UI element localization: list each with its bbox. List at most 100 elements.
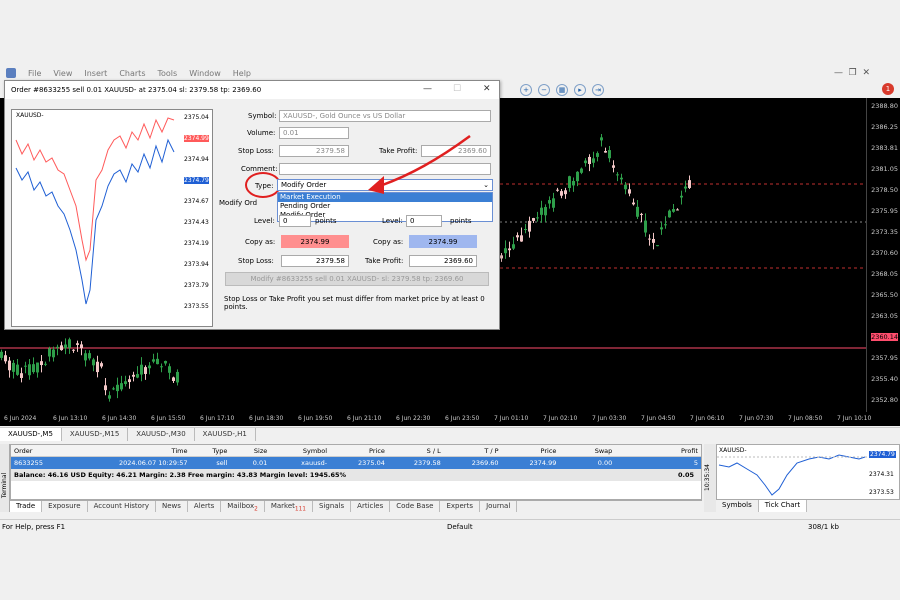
table-cell: 2024.06.07 10:29:57 (118, 459, 188, 467)
terminal-tab[interactable]: Exposure (42, 501, 88, 512)
stop-loss-field[interactable]: 2379.58 (279, 145, 349, 157)
column-header[interactable]: Price (502, 447, 560, 455)
terminal-tab[interactable]: Trade (10, 501, 43, 512)
volume-field[interactable]: 0.01 (279, 127, 349, 139)
tab-m15[interactable]: XAUUSD-,M15 (62, 428, 129, 441)
level-field-sl[interactable]: 0 (279, 215, 311, 227)
column-header[interactable]: Profit (615, 447, 701, 455)
menu-file[interactable]: File (28, 69, 41, 78)
stop-loss-field-2[interactable]: 2379.58 (281, 255, 349, 267)
symbol-select[interactable]: XAUUSD-, Gold Ounce vs US Dollar (279, 110, 491, 122)
price-tick: 2386.25 (871, 123, 898, 131)
candle-body (156, 358, 159, 365)
candle-body (548, 200, 551, 204)
terminal-tab[interactable]: Signals (313, 501, 352, 512)
table-cell: 8633255 (14, 459, 43, 467)
time-tick: 6 Jun 23:50 (445, 415, 480, 422)
terminal-tab[interactable]: Mailbox2 (221, 501, 265, 512)
candle-body (680, 195, 683, 198)
app-logo-icon (6, 68, 16, 78)
candle-body (656, 245, 659, 247)
tab-h1[interactable]: XAUUSD-,H1 (195, 428, 256, 441)
stop-loss-label-2: Stop Loss: (238, 257, 274, 265)
mini-tabs: Symbols Tick Chart (716, 500, 900, 512)
window-controls[interactable]: — ❐ ✕ (834, 68, 870, 78)
zoom-out-icon[interactable]: − (538, 84, 550, 96)
column-header[interactable]: Size (230, 447, 270, 455)
menu-help[interactable]: Help (233, 69, 251, 78)
type-label: Type: (255, 182, 274, 190)
candle-body (572, 180, 575, 186)
tab-tick-chart[interactable]: Tick Chart (758, 500, 808, 512)
menu-insert[interactable]: Insert (84, 69, 107, 78)
candle-body (644, 220, 647, 233)
terminal-label: Terminal (1, 472, 9, 499)
column-header[interactable]: Price (330, 447, 388, 455)
candle-body (620, 177, 623, 180)
candle-body (4, 355, 7, 362)
column-header[interactable]: Time (81, 447, 191, 455)
copy-sl-button[interactable]: 2374.99 (281, 235, 349, 248)
tab-badge: 111 (294, 506, 306, 513)
level-field-tp[interactable]: 0 (406, 215, 442, 227)
candle-body (92, 359, 95, 366)
terminal-header: Order Time Type Size Symbol Price S / LT / P Pr… (11, 445, 701, 457)
time-tick: 7 Jun 06:10 (690, 415, 725, 422)
candle-body (140, 364, 143, 375)
copy-tp-button[interactable]: 2374.99 (409, 235, 477, 248)
preview-price-tick: 2373.94 (184, 261, 209, 268)
autoscroll-icon[interactable]: ▸ (574, 84, 586, 96)
candle-body (132, 374, 135, 377)
candle-body (588, 156, 591, 165)
terminal-tab[interactable]: Account History (88, 501, 156, 512)
candle-body (612, 165, 615, 168)
table-row[interactable]: 8633255 2024.06.07 10:29:57 sell 0.01 xauusd… (11, 457, 701, 469)
preview-price-tick: 2373.55 (184, 303, 209, 310)
table-cell: 5 (693, 459, 698, 467)
column-header[interactable]: Type (190, 447, 230, 455)
column-header[interactable]: S / L (388, 447, 444, 455)
column-header[interactable]: Symbol (270, 447, 330, 455)
terminal-tab[interactable]: Code Base (390, 501, 441, 512)
notification-badge[interactable]: 1 (882, 83, 894, 95)
terminal-tab[interactable]: Articles (351, 501, 391, 512)
price-tick: 2373.35 (871, 228, 898, 236)
table-cell: 2375.04 (358, 459, 385, 467)
minimize-icon[interactable]: — (423, 84, 432, 94)
tab-m30[interactable]: XAUUSD-,M30 (128, 428, 195, 441)
column-header[interactable]: Swap (559, 447, 615, 455)
menu-window[interactable]: Window (189, 69, 221, 78)
terminal-tab[interactable]: News (156, 501, 188, 512)
tab-m5[interactable]: XAUUSD-,M5 (0, 428, 62, 441)
candle-body (76, 343, 79, 345)
candle-body (108, 395, 111, 399)
chart-shift-icon[interactable]: ⇥ (592, 84, 604, 96)
close-icon[interactable]: ✕ (483, 84, 491, 94)
hint-text: Stop Loss or Take Profit you set must di… (224, 295, 485, 311)
price-tick: 2357.95 (871, 354, 898, 362)
balance-row: Balance: 46.16 USD Equity: 46.21 Margin:… (11, 469, 701, 481)
terminal-tab[interactable]: Market111 (265, 501, 313, 512)
price-tick: 2378.50 (871, 186, 898, 194)
table-cell: xauusd- (301, 459, 328, 467)
column-header[interactable]: Order (11, 447, 81, 455)
grid-icon[interactable]: ▦ (556, 84, 568, 96)
terminal-tab[interactable]: Alerts (188, 501, 222, 512)
candle-body (636, 206, 639, 217)
time-tick: 6 Jun 17:10 (200, 415, 235, 422)
menu-charts[interactable]: Charts (119, 69, 145, 78)
column-header[interactable]: T / P (444, 447, 502, 455)
menu-view[interactable]: View (53, 69, 72, 78)
time-tick: 7 Jun 08:50 (788, 415, 823, 422)
candle-body (36, 362, 39, 373)
terminal-tab[interactable]: Experts (440, 501, 481, 512)
menu-tools[interactable]: Tools (157, 69, 177, 78)
candle-body (16, 364, 19, 375)
terminal-tab[interactable]: Journal (480, 501, 518, 512)
tab-symbols[interactable]: Symbols (716, 500, 759, 512)
zoom-in-icon[interactable]: + (520, 84, 532, 96)
level-label-tp: Level: (382, 217, 403, 225)
take-profit-field-2[interactable]: 2369.60 (409, 255, 477, 267)
table-cell: 2374.99 (529, 459, 557, 467)
time-tick: 6 Jun 2024 (4, 415, 37, 422)
